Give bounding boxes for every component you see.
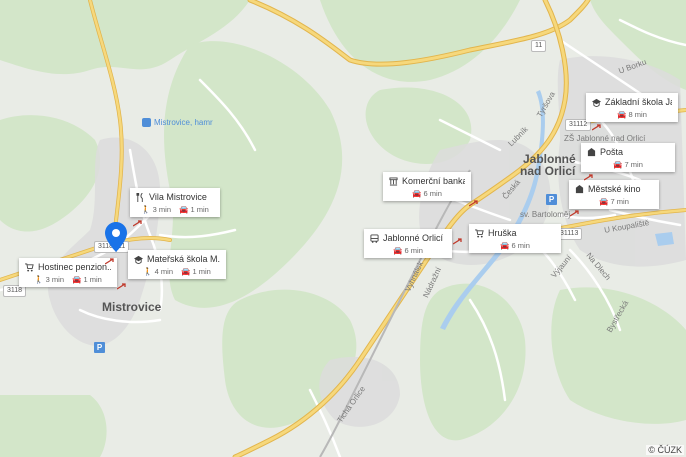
poi-title: Komerční banka [402, 176, 465, 186]
street-label-sv-bartolomej: sv. Bartoloměj [520, 210, 571, 219]
town-label-nad-orlici: nad Orlicí [520, 164, 576, 178]
drive-time: 🚘 6 min [393, 246, 423, 255]
drive-time: 🚘 6 min [500, 241, 530, 250]
poi-title: Vila Mistrovice [149, 192, 207, 202]
walk-time: 🚶 3 min [34, 275, 64, 284]
poi-title: Jablonné Orlicí [383, 233, 444, 243]
poi-card-materska-skola[interactable]: Mateřská škola M... 🚶 4 min 🚘 1 min [128, 250, 226, 279]
poi-card-hostinec-penzion[interactable]: Hostinec penzion... 🚶 3 min 🚘 1 min [19, 258, 117, 287]
cart-icon [475, 228, 484, 238]
poi-title: Hostinec penzion... [38, 262, 111, 272]
drive-time: 🚘 8 min [617, 110, 647, 119]
drive-time: 🚘 6 min [412, 189, 442, 198]
poi-card-vila-mistrovice[interactable]: Vila Mistrovice 🚶 3 min 🚘 1 min [130, 188, 220, 217]
poi-title: Městské kino [588, 184, 641, 194]
drive-time: 🚘 1 min [179, 205, 209, 214]
school-icon [592, 98, 601, 107]
walk-arrow-icon [469, 200, 478, 207]
walk-arrow-icon [453, 238, 462, 245]
poi-title: Pošta [600, 147, 624, 157]
school-icon [134, 255, 143, 264]
drive-time: 🚘 7 min [599, 197, 629, 206]
walk-arrow-icon [570, 210, 579, 217]
poi-title: Mateřská škola M... [147, 254, 220, 264]
map-copyright: © ČÚZK [646, 445, 684, 455]
bus-stop-label: Mistrovice, hamr [154, 118, 213, 127]
drive-time: 🚘 1 min [181, 267, 211, 276]
walk-arrow-icon [584, 174, 593, 181]
restaurant-icon [136, 192, 143, 202]
parking-icon[interactable]: P [94, 342, 105, 353]
post-icon [587, 147, 596, 156]
drive-time: 🚘 7 min [613, 160, 643, 169]
street-label-zs: ZŠ Jablonné nad Orlicí [564, 134, 646, 143]
poi-card-hruska[interactable]: Hruška 🚘 6 min [469, 224, 561, 253]
parking-icon-jablonne[interactable]: P [546, 194, 557, 205]
walk-arrow-icon [592, 124, 601, 131]
bus-stop-icon [142, 118, 151, 127]
poi-card-komercni-banka[interactable]: Komerční banka 🚘 6 min [383, 172, 471, 201]
walk-time: 🚶 3 min [141, 205, 171, 214]
poi-card-mestske-kino[interactable]: Městské kino 🚘 7 min [569, 180, 659, 209]
walk-arrow-icon [105, 258, 114, 265]
poi-card-jablonne-orlici[interactable]: Jablonné Orlicí 🚘 6 min [364, 229, 452, 258]
poi-title: Hruška [488, 228, 517, 238]
walk-arrow-icon [133, 220, 142, 227]
bus-icon [370, 233, 379, 243]
poi-title: Základní škola Ja... [605, 97, 672, 107]
bus-stop-mistrovice-hamr[interactable]: Mistrovice, hamr [142, 118, 213, 127]
cinema-icon [575, 184, 584, 193]
walk-time: 🚶 4 min [143, 267, 173, 276]
walk-arrow-icon [117, 283, 126, 290]
poi-card-zakladni-skola[interactable]: Základní škola Ja... 🚘 8 min [586, 93, 678, 122]
drive-time: 🚘 1 min [72, 275, 102, 284]
town-label-mistrovice: Mistrovice [102, 300, 162, 314]
map-canvas[interactable] [0, 0, 686, 457]
bank-icon [389, 176, 398, 186]
cart-icon [25, 262, 34, 272]
road-number-11: 11 [531, 40, 547, 52]
location-pin-icon[interactable] [105, 222, 127, 252]
poi-card-posta[interactable]: Pošta 🚘 7 min [581, 143, 675, 172]
